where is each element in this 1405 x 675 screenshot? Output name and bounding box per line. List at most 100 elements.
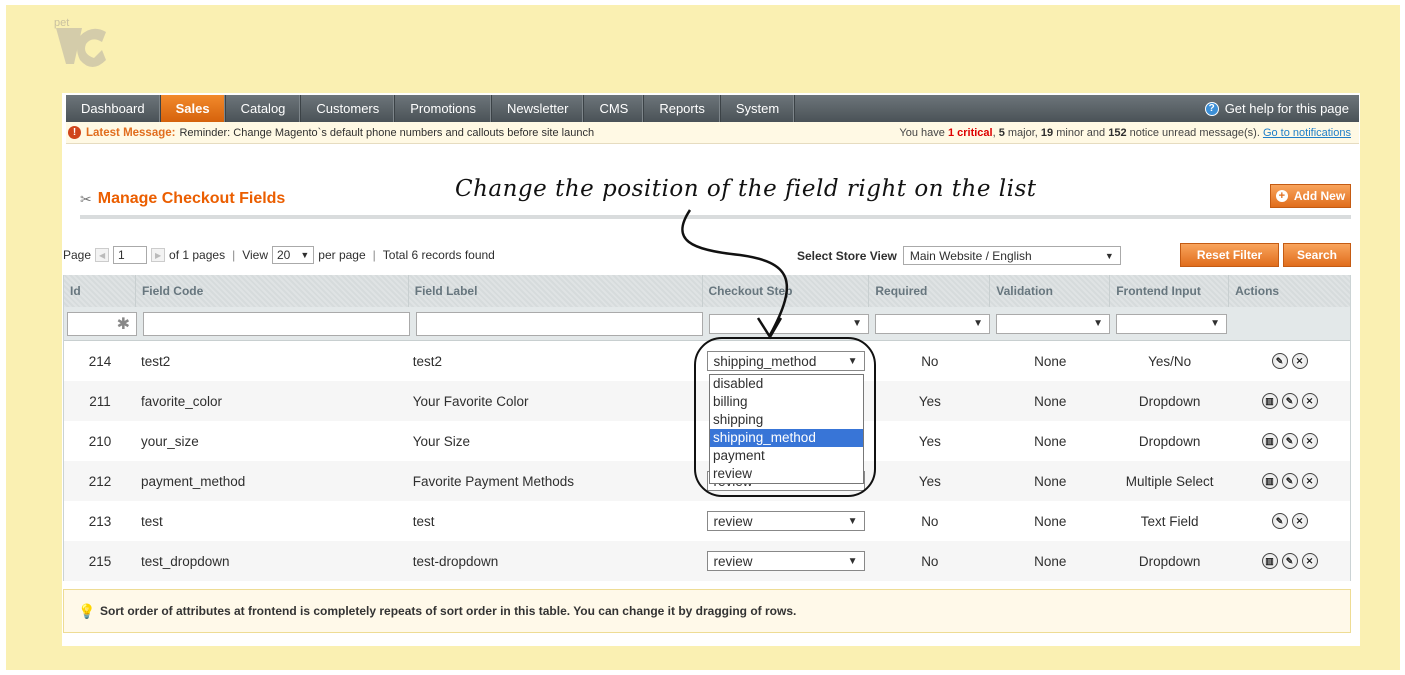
options-icon[interactable]: ▥ — [1261, 473, 1278, 489]
delete-icon[interactable]: ✕ — [1301, 393, 1318, 409]
delete-icon[interactable]: ✕ — [1301, 433, 1318, 449]
asterisk-icon: ✱ — [116, 315, 130, 333]
table-row[interactable]: 212 payment_method Favorite Payment Meth… — [64, 461, 1350, 501]
cell-validation: None — [1034, 393, 1067, 409]
help-link[interactable]: ? Get help for this page — [1204, 95, 1359, 122]
filter-required-select[interactable]: ▼ — [875, 313, 990, 334]
per-page-select[interactable]: 20 ▼ — [272, 246, 315, 264]
cell-actions: ▥ ✎ ✕ — [1229, 461, 1350, 501]
column-header-required[interactable]: Required — [869, 275, 991, 307]
nav-item-catalog[interactable]: Catalog — [226, 95, 302, 122]
filter-id-input[interactable]: ✱ — [67, 311, 137, 336]
plus-icon: + — [1275, 190, 1288, 202]
cell-field-code: payment_method — [140, 473, 246, 489]
message-summary: You have 1 critical, 5 major, 19 minor a… — [899, 126, 1351, 139]
minor-count: 19 — [1040, 126, 1054, 139]
cell-field-label: Your Size — [412, 433, 471, 449]
table-row[interactable]: 211 favorite_color Your Favorite Color Y… — [64, 381, 1350, 421]
cell-field-code: your_size — [140, 433, 199, 449]
cell-id: 214 — [88, 353, 112, 369]
nav-item-cms[interactable]: CMS — [584, 95, 645, 122]
edit-icon[interactable]: ✎ — [1271, 353, 1288, 369]
edit-icon[interactable]: ✎ — [1281, 553, 1298, 569]
major-count: 5 — [998, 126, 1005, 139]
message-text: Reminder: Change Magento`s default phone… — [179, 126, 595, 139]
filter-checkout-step-select[interactable]: ▼ — [709, 313, 869, 334]
delete-icon[interactable]: ✕ — [1301, 553, 1318, 569]
dropdown-option-payment[interactable]: payment — [710, 447, 863, 465]
checkout-step-value: shipping_method — [713, 353, 817, 369]
cell-field-code: favorite_color — [140, 393, 222, 409]
separator: | — [232, 248, 236, 262]
major-label: major, — [1007, 126, 1038, 139]
edit-icon[interactable]: ✎ — [1271, 513, 1288, 529]
search-button[interactable]: Search — [1283, 243, 1351, 267]
critical-count[interactable]: 1 critical — [948, 127, 993, 139]
help-icon: ? — [1204, 101, 1219, 116]
page-title: Manage Checkout Fields — [97, 190, 286, 207]
checkout-step-value: review — [713, 513, 753, 529]
checkout-step-select[interactable]: review ▼ — [706, 511, 865, 531]
delete-icon[interactable]: ✕ — [1301, 473, 1318, 489]
column-header-actions: Actions — [1235, 284, 1280, 298]
cell-field-label: test2 — [412, 353, 443, 369]
options-icon[interactable]: ▥ — [1261, 433, 1278, 449]
cell-frontend-input: Multiple Select — [1125, 473, 1214, 489]
cell-validation: None — [1034, 433, 1067, 449]
dropdown-option-review[interactable]: review — [710, 465, 863, 483]
notice-text: Sort order of attributes at frontend is … — [100, 604, 797, 618]
add-new-button[interactable]: + Add New — [1270, 184, 1351, 208]
column-header-checkout-step[interactable]: Checkout Step — [703, 275, 870, 307]
notifications-link[interactable]: Go to notifications — [1263, 127, 1351, 139]
table-row[interactable]: 215 test_dropdown test-dropdown review ▼ … — [64, 541, 1350, 581]
options-icon[interactable]: ▥ — [1261, 553, 1278, 569]
notice-label: notice unread message(s). — [1129, 126, 1260, 139]
pager: Page ◀ 1 ▶ of 1 pages | View 20 ▼ per pa… — [63, 246, 495, 264]
cell-id: 210 — [88, 433, 112, 449]
prev-page-icon[interactable]: ◀ — [95, 248, 110, 262]
edit-icon[interactable]: ✎ — [1281, 393, 1298, 409]
filter-frontend-input-select[interactable]: ▼ — [1116, 313, 1227, 334]
table-row[interactable]: 214 test2 test2 shipping_method ▼ No None… — [64, 341, 1350, 381]
store-view-select[interactable]: Main Website / English ▼ — [902, 246, 1121, 265]
next-page-icon[interactable]: ▶ — [151, 248, 166, 262]
cell-id: 215 — [88, 553, 112, 569]
dropdown-option-shipping-method[interactable]: shipping_method — [710, 429, 863, 447]
checkout-step-select[interactable]: review ▼ — [706, 551, 865, 571]
chevron-down-icon: ▼ — [1093, 318, 1103, 329]
filter-validation-select[interactable]: ▼ — [996, 313, 1110, 334]
nav-item-dashboard[interactable]: Dashboard — [66, 95, 161, 122]
cell-frontend-input: Dropdown — [1138, 433, 1201, 449]
reset-filter-button[interactable]: Reset Filter — [1180, 243, 1279, 267]
column-header-field-code[interactable]: Field Code — [136, 275, 409, 307]
column-header-validation[interactable]: Validation — [990, 275, 1111, 307]
dropdown-option-disabled[interactable]: disabled — [710, 375, 863, 393]
column-header-field-label[interactable]: Field Label — [409, 275, 703, 307]
column-header-frontend-input[interactable]: Frontend Input — [1110, 275, 1230, 307]
nav-item-promotions[interactable]: Promotions — [395, 95, 493, 122]
options-icon[interactable]: ▥ — [1261, 393, 1278, 409]
chevron-down-icon: ▼ — [1210, 318, 1220, 329]
nav-item-newsletter[interactable]: Newsletter — [492, 95, 585, 122]
checkout-step-select[interactable]: shipping_method ▼ — [706, 351, 865, 371]
edit-icon[interactable]: ✎ — [1281, 433, 1298, 449]
store-view-selector: Select Store View Main Website / English… — [797, 246, 1121, 265]
delete-icon[interactable]: ✕ — [1291, 513, 1308, 529]
nav-item-reports[interactable]: Reports — [644, 95, 721, 122]
per-page-label: per page — [318, 248, 366, 262]
table-row[interactable]: 213 test test review ▼ No None Text Field… — [64, 501, 1350, 541]
nav-item-customers[interactable]: Customers — [301, 95, 396, 122]
page-input[interactable]: 1 — [113, 246, 148, 264]
table-row[interactable]: 210 your_size Your Size Yes None Dropdow… — [64, 421, 1350, 461]
filter-field-label-input[interactable] — [416, 311, 703, 336]
nav-item-system[interactable]: System — [721, 95, 796, 122]
column-header-id[interactable]: Id — [64, 275, 136, 307]
filter-field-code-input[interactable] — [143, 311, 410, 336]
nav-item-sales[interactable]: Sales — [160, 95, 226, 122]
cell-field-label: Your Favorite Color — [412, 393, 529, 409]
dropdown-option-billing[interactable]: billing — [710, 393, 863, 411]
edit-icon[interactable]: ✎ — [1281, 473, 1298, 489]
cell-field-label: test-dropdown — [412, 553, 499, 569]
delete-icon[interactable]: ✕ — [1291, 353, 1308, 369]
dropdown-option-shipping[interactable]: shipping — [710, 411, 863, 429]
